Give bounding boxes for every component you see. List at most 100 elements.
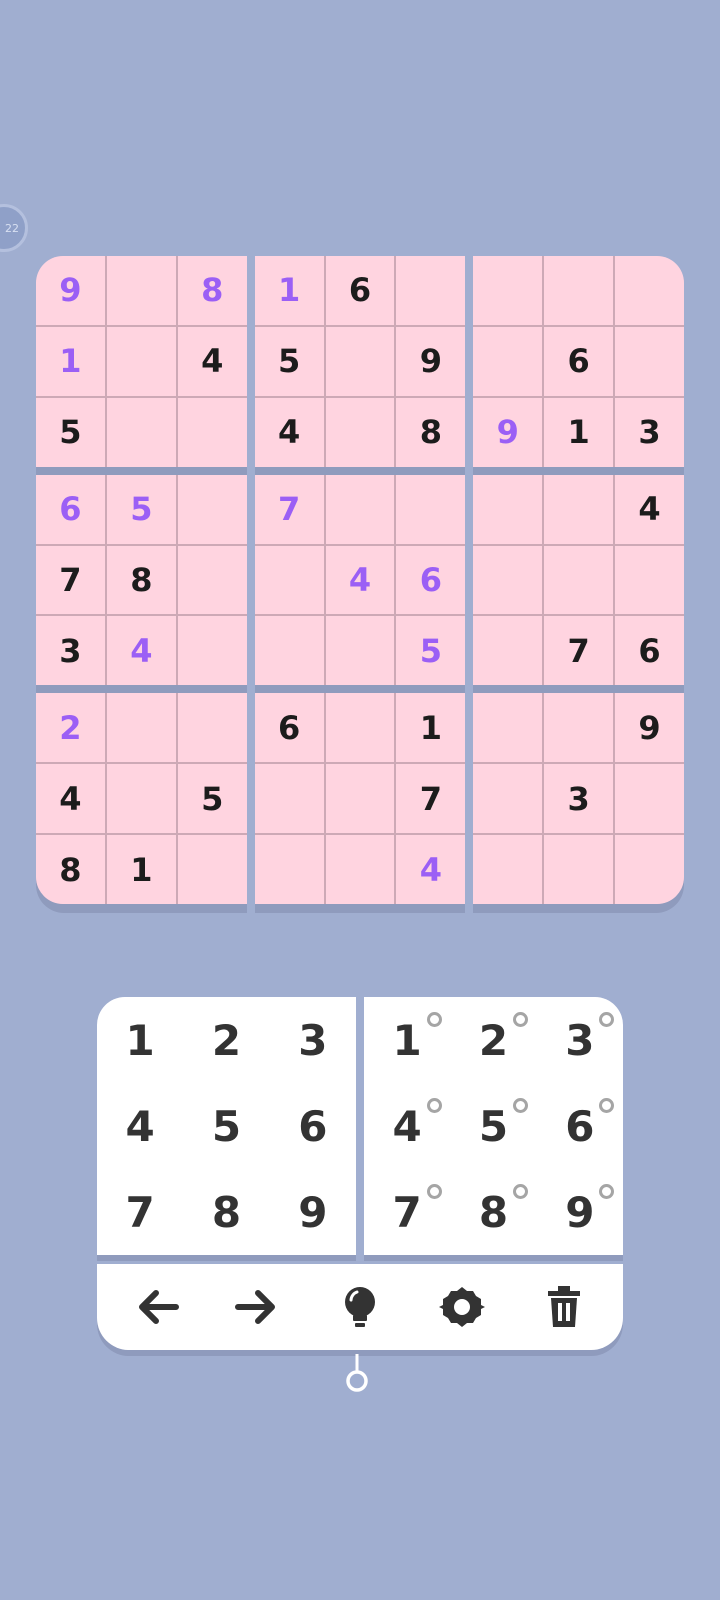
board-cell[interactable] — [544, 693, 614, 763]
board-cell[interactable] — [177, 397, 247, 467]
board-cell[interactable] — [177, 616, 247, 686]
board-cell[interactable] — [473, 835, 543, 904]
board-cell[interactable] — [396, 474, 466, 544]
board-cell[interactable] — [177, 693, 247, 763]
board-cell[interactable] — [473, 764, 543, 834]
note-key[interactable]: 6 — [537, 1083, 623, 1169]
board-cell[interactable]: 5 — [254, 326, 324, 396]
board-cell[interactable] — [473, 693, 543, 763]
undo-button[interactable] — [124, 1275, 188, 1339]
delete-button[interactable] — [532, 1275, 596, 1339]
board-cell[interactable]: 6 — [36, 474, 105, 544]
board-cell[interactable]: 1 — [36, 326, 105, 396]
timer-badge[interactable]: 22 — [0, 204, 28, 252]
board-cell[interactable]: 4 — [177, 326, 247, 396]
digit-key[interactable]: 6 — [270, 1083, 356, 1169]
board-cell[interactable]: 7 — [254, 474, 324, 544]
note-key[interactable]: 1 — [364, 997, 450, 1083]
digit-key[interactable]: 3 — [270, 997, 356, 1083]
note-key[interactable]: 3 — [537, 997, 623, 1083]
board-cell[interactable]: 5 — [106, 474, 176, 544]
board-cell[interactable]: 5 — [396, 616, 466, 686]
note-key[interactable]: 5 — [450, 1083, 536, 1169]
board-cell[interactable]: 7 — [36, 545, 105, 615]
board-cell[interactable] — [544, 545, 614, 615]
board-cell[interactable]: 9 — [396, 326, 466, 396]
note-key[interactable]: 9 — [537, 1169, 623, 1255]
digit-key[interactable]: 2 — [183, 997, 269, 1083]
board-cell[interactable]: 9 — [615, 693, 684, 763]
board-cell[interactable] — [473, 545, 543, 615]
board-cell[interactable]: 3 — [615, 397, 684, 467]
board-cell[interactable]: 5 — [177, 764, 247, 834]
board-cell[interactable]: 9 — [36, 256, 105, 325]
digit-key[interactable]: 9 — [270, 1169, 356, 1255]
board-cell[interactable] — [325, 764, 395, 834]
board-cell[interactable] — [325, 397, 395, 467]
digit-key[interactable]: 5 — [183, 1083, 269, 1169]
board-cell[interactable] — [325, 616, 395, 686]
board-cell[interactable] — [615, 545, 684, 615]
board-cell[interactable]: 7 — [544, 616, 614, 686]
board-cell[interactable] — [473, 616, 543, 686]
drawer-handle-icon[interactable] — [345, 1354, 369, 1394]
board-cell[interactable] — [473, 326, 543, 396]
board-cell[interactable]: 6 — [325, 256, 395, 325]
board-cell[interactable] — [615, 326, 684, 396]
board-cell[interactable] — [544, 256, 614, 325]
board-cell[interactable]: 8 — [396, 397, 466, 467]
digit-key[interactable]: 8 — [183, 1169, 269, 1255]
board-cell[interactable] — [106, 256, 176, 325]
board-cell[interactable]: 6 — [254, 693, 324, 763]
board-cell[interactable]: 4 — [36, 764, 105, 834]
board-cell[interactable] — [254, 616, 324, 686]
board-cell[interactable] — [615, 256, 684, 325]
board-cell[interactable] — [106, 397, 176, 467]
board-cell[interactable] — [615, 835, 684, 904]
board-cell[interactable]: 1 — [106, 835, 176, 904]
note-key[interactable]: 7 — [364, 1169, 450, 1255]
board-cell[interactable] — [544, 835, 614, 904]
board-cell[interactable]: 6 — [544, 326, 614, 396]
board-cell[interactable] — [325, 326, 395, 396]
hint-button[interactable] — [328, 1275, 392, 1339]
board-cell[interactable]: 7 — [396, 764, 466, 834]
board-cell[interactable]: 3 — [544, 764, 614, 834]
note-key[interactable]: 8 — [450, 1169, 536, 1255]
board-cell[interactable]: 4 — [106, 616, 176, 686]
board-cell[interactable]: 4 — [254, 397, 324, 467]
board-cell[interactable] — [615, 764, 684, 834]
digit-key[interactable]: 4 — [97, 1083, 183, 1169]
board-cell[interactable]: 8 — [36, 835, 105, 904]
board-cell[interactable] — [106, 693, 176, 763]
board-cell[interactable]: 4 — [396, 835, 466, 904]
digit-key[interactable]: 1 — [97, 997, 183, 1083]
board-cell[interactable] — [254, 835, 324, 904]
settings-button[interactable] — [430, 1275, 494, 1339]
board-cell[interactable] — [325, 835, 395, 904]
board-cell[interactable]: 1 — [396, 693, 466, 763]
board-cell[interactable] — [473, 256, 543, 325]
board-cell[interactable]: 6 — [396, 545, 466, 615]
board-cell[interactable]: 6 — [615, 616, 684, 686]
board-cell[interactable]: 1 — [544, 397, 614, 467]
board-cell[interactable] — [396, 256, 466, 325]
board-cell[interactable] — [177, 835, 247, 904]
board-cell[interactable]: 4 — [615, 474, 684, 544]
note-key[interactable]: 2 — [450, 997, 536, 1083]
redo-button[interactable] — [226, 1275, 290, 1339]
board-cell[interactable]: 2 — [36, 693, 105, 763]
board-cell[interactable]: 5 — [36, 397, 105, 467]
board-cell[interactable] — [325, 693, 395, 763]
board-cell[interactable]: 8 — [106, 545, 176, 615]
board-cell[interactable] — [544, 474, 614, 544]
board-cell[interactable]: 8 — [177, 256, 247, 325]
board-cell[interactable]: 4 — [325, 545, 395, 615]
note-key[interactable]: 4 — [364, 1083, 450, 1169]
board-cell[interactable] — [254, 764, 324, 834]
board-cell[interactable]: 3 — [36, 616, 105, 686]
board-cell[interactable]: 9 — [473, 397, 543, 467]
board-cell[interactable] — [106, 326, 176, 396]
board-cell[interactable] — [106, 764, 176, 834]
board-cell[interactable] — [254, 545, 324, 615]
